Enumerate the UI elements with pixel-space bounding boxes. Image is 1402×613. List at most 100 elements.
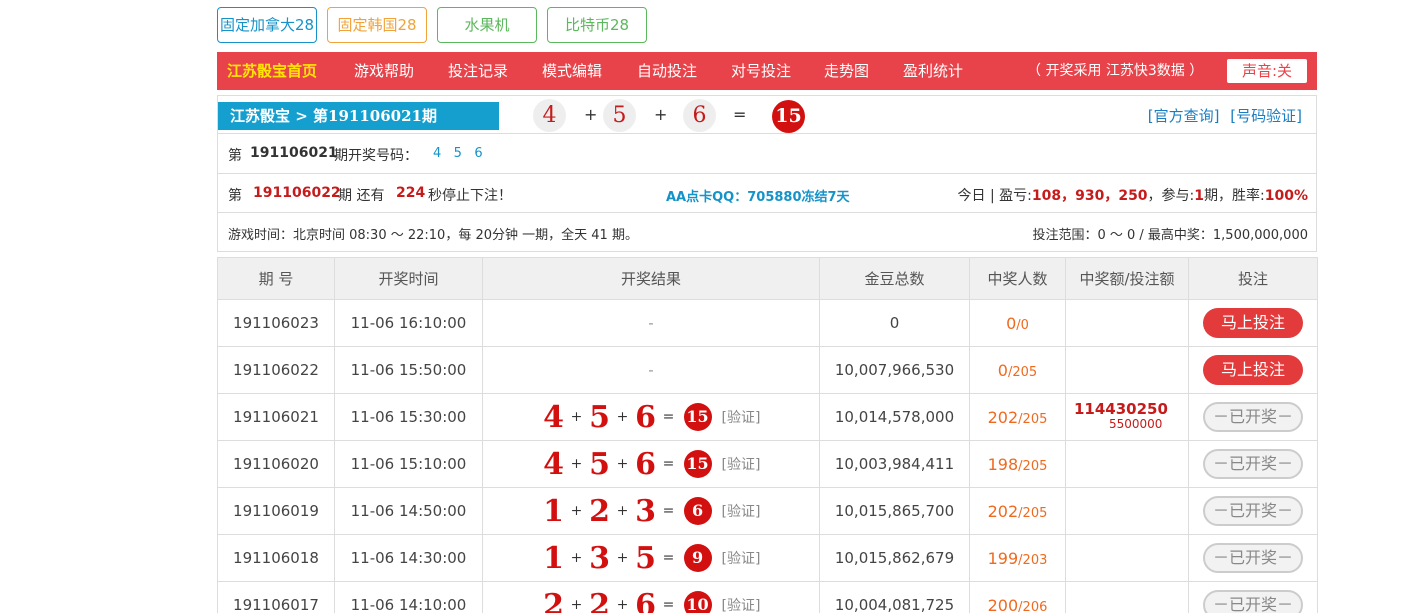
drawn-status-button: －已开奖－ bbox=[1203, 590, 1303, 613]
table-row: 191106023 11-06 16:10:00 - 0 0/0 马上投注 bbox=[217, 299, 1318, 347]
result-sum: 9 bbox=[683, 544, 712, 572]
bet-now-button[interactable]: 马上投注 bbox=[1203, 308, 1303, 338]
issue-cell: 191106019 bbox=[217, 487, 335, 535]
total-cell: 10,007,966,530 bbox=[819, 346, 970, 394]
result-cell: - bbox=[482, 299, 820, 347]
total-cell: 0 bbox=[819, 299, 970, 347]
plus-sign: + bbox=[616, 503, 629, 519]
issue-cell: 191106021 bbox=[217, 393, 335, 441]
nav-mode-edit[interactable]: 模式编辑 bbox=[542, 52, 602, 90]
plus-sign: + bbox=[570, 597, 583, 613]
official-query-link[interactable]: [官方查询] bbox=[1148, 107, 1220, 125]
player-count: 205 bbox=[1022, 458, 1048, 474]
number-verify-link[interactable]: [号码验证] bbox=[1230, 107, 1302, 125]
table-header: 期 号 开奖时间 开奖结果 金豆总数 中奖人数 中奖额/投注额 投注 bbox=[217, 257, 1318, 300]
winner-count: 198 bbox=[987, 454, 1019, 474]
result-number: 4 bbox=[543, 399, 564, 435]
plus-sign: + bbox=[616, 456, 629, 472]
result-sum: 15 bbox=[683, 450, 712, 478]
result-expression: 1 +2 +3 = 6 [验证] bbox=[542, 493, 761, 529]
nav-bet-records[interactable]: 投注记录 bbox=[448, 52, 508, 90]
verify-link[interactable]: [验证] bbox=[722, 548, 761, 568]
result-number: 6 bbox=[635, 399, 656, 435]
nav-number-bet[interactable]: 对号投注 bbox=[731, 52, 791, 90]
header-issue: 期 号 bbox=[217, 257, 335, 300]
time-cell: 11-06 14:50:00 bbox=[334, 487, 483, 535]
plus-sign: + bbox=[616, 597, 629, 613]
issue-cell: 191106022 bbox=[217, 346, 335, 394]
result-number: 4 bbox=[543, 446, 564, 482]
verify-link[interactable]: [验证] bbox=[722, 407, 761, 427]
bet-now-button[interactable]: 马上投注 bbox=[1203, 355, 1303, 385]
result-number: 6 bbox=[635, 587, 656, 613]
total-cell: 10,015,865,700 bbox=[819, 487, 970, 535]
plus-sign: + bbox=[616, 409, 629, 425]
winners-cell: 0/205 bbox=[969, 346, 1066, 394]
drawn-status-button: －已开奖－ bbox=[1203, 449, 1303, 479]
draw-numbers-row: 第 191106021 期开奖号码： 4 5 6 bbox=[218, 134, 1316, 174]
winner-count: 0 bbox=[997, 360, 1008, 380]
result-number: 1 bbox=[543, 493, 564, 529]
verify-link[interactable]: [验证] bbox=[722, 501, 761, 521]
results-table: 期 号 开奖时间 开奖结果 金豆总数 中奖人数 中奖额/投注额 投注 19110… bbox=[217, 257, 1318, 613]
result-sum: 10 bbox=[683, 591, 712, 613]
countdown-row: 第 191106022 期 还有 224 秒停止下注！ AA点卡QQ：70588… bbox=[218, 174, 1316, 213]
main-nav: 江苏骰宝首页 游戏帮助 投注记录 模式编辑 自动投注 对号投注 走势图 盈利统计… bbox=[217, 52, 1317, 90]
countdown-suffix: 秒停止下注！ bbox=[428, 188, 512, 204]
drawn-status-button: －已开奖－ bbox=[1203, 496, 1303, 526]
latest-number: 6 bbox=[683, 99, 716, 132]
winners-cell: 202/205 bbox=[969, 393, 1066, 441]
header-winners: 中奖人数 bbox=[969, 257, 1066, 300]
join-count: 1 bbox=[1194, 188, 1205, 204]
result-cell: 2 +2 +6 = 10 [验证] bbox=[482, 581, 820, 613]
player-count: 206 bbox=[1022, 599, 1048, 613]
plus-sign: + bbox=[616, 550, 629, 566]
latest-number: 4 bbox=[533, 99, 566, 132]
draw-suffix: 期开奖号码： bbox=[334, 148, 418, 164]
action-cell: －已开奖－ bbox=[1188, 487, 1318, 535]
sound-toggle-button[interactable]: 声音:关 bbox=[1227, 59, 1307, 83]
bet-range-text: 投注范围：0 ～ 0 / 最高中奖：1,500,000,000 bbox=[1032, 228, 1308, 243]
time-cell: 11-06 15:10:00 bbox=[334, 440, 483, 488]
draw-numbers: 4 5 6 bbox=[433, 146, 483, 161]
winner-count: 202 bbox=[987, 407, 1019, 427]
verify-link[interactable]: [验证] bbox=[722, 595, 761, 613]
tab-korea28[interactable]: 固定韩国28 bbox=[327, 7, 427, 43]
result-number: 2 bbox=[589, 493, 610, 529]
header-result: 开奖结果 bbox=[482, 257, 820, 300]
result-cell: 1 +3 +5 = 9 [验证] bbox=[482, 534, 820, 582]
table-row: 191106018 11-06 14:30:00 1 +3 +5 = 9 [验证] 10,015… bbox=[217, 534, 1318, 582]
nav-auto-bet[interactable]: 自动投注 bbox=[637, 52, 697, 90]
tab-fruit-machine[interactable]: 水果机 bbox=[437, 7, 537, 43]
winners-cell: 199/203 bbox=[969, 534, 1066, 582]
verify-link[interactable]: [验证] bbox=[722, 454, 761, 474]
winners-cell: 198/205 bbox=[969, 440, 1066, 488]
header-bet: 投注 bbox=[1188, 257, 1318, 300]
time-cell: 11-06 15:30:00 bbox=[334, 393, 483, 441]
result-number: 6 bbox=[635, 446, 656, 482]
tab-bitcoin28[interactable]: 比特币28 bbox=[547, 7, 647, 43]
plus-sign: + bbox=[584, 105, 598, 124]
drawn-status-button: －已开奖－ bbox=[1203, 543, 1303, 573]
table-row: 191106017 11-06 14:10:00 2 +2 +6 = 10 [验证] 10,00… bbox=[217, 581, 1318, 613]
action-cell: －已开奖－ bbox=[1188, 440, 1318, 488]
info-panel: 江苏骰宝 > 第191106021期 4 + 5 + 6 = 15 [官方查询]… bbox=[217, 95, 1317, 252]
query-links: [官方查询] [号码验证] bbox=[1148, 105, 1302, 126]
issue-cell: 191106020 bbox=[217, 440, 335, 488]
tab-canada28[interactable]: 固定加拿大28 bbox=[217, 7, 317, 43]
time-cell: 11-06 14:10:00 bbox=[334, 581, 483, 613]
data-source-note: （ 开奖采用 江苏快3数据 ） bbox=[1027, 63, 1204, 79]
prize-cell bbox=[1065, 299, 1189, 347]
nav-trend-chart[interactable]: 走势图 bbox=[824, 52, 869, 90]
result-expression: 2 +2 +6 = 10 [验证] bbox=[542, 587, 761, 613]
nav-help[interactable]: 游戏帮助 bbox=[354, 52, 414, 90]
winners-cell: 202/205 bbox=[969, 487, 1066, 535]
result-cell: 4 +5 +6 = 15 [验证] bbox=[482, 440, 820, 488]
action-cell: 马上投注 bbox=[1188, 299, 1318, 347]
countdown-seconds: 224 bbox=[396, 185, 426, 201]
prize-cell bbox=[1065, 346, 1189, 394]
action-cell: 马上投注 bbox=[1188, 346, 1318, 394]
nav-profit-stats[interactable]: 盈利统计 bbox=[903, 52, 963, 90]
plus-sign: + bbox=[570, 550, 583, 566]
nav-home[interactable]: 江苏骰宝首页 bbox=[227, 52, 317, 90]
